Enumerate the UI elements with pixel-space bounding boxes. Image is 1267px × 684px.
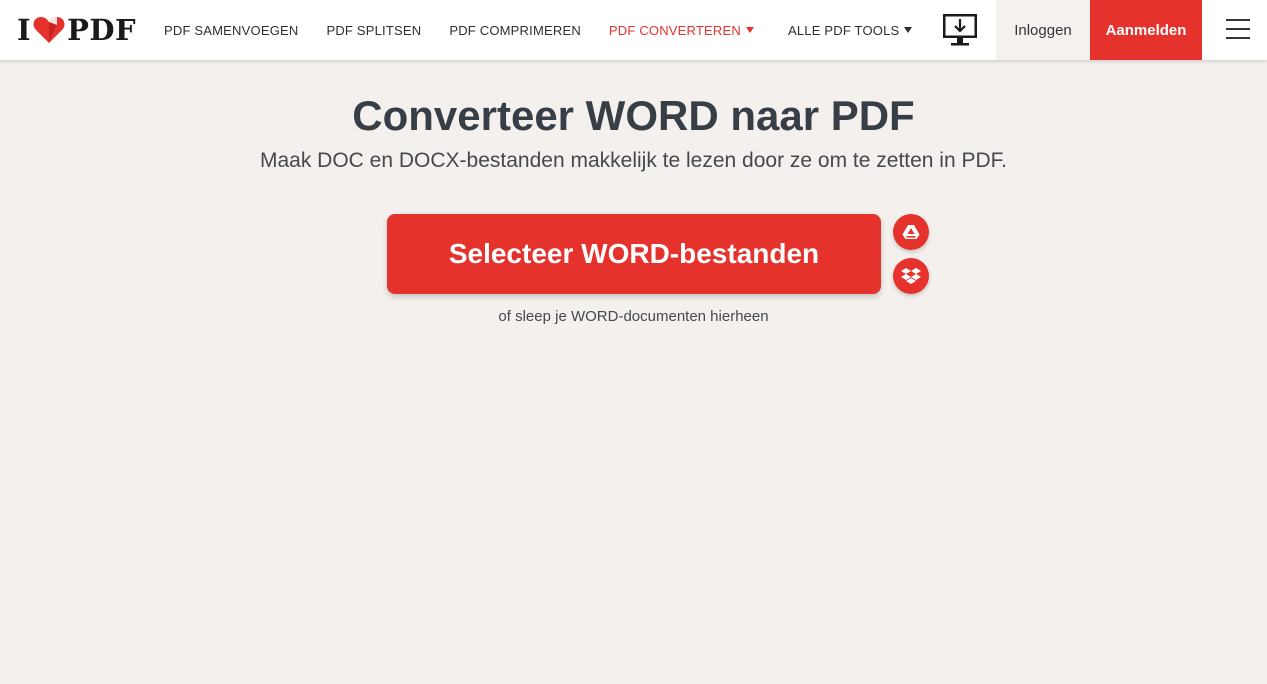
- top-header: I PDF PDF samenvoegen PDF splitsen PDF c…: [0, 0, 1267, 60]
- main-nav: PDF samenvoegen PDF splitsen PDF comprim…: [164, 0, 940, 60]
- login-button[interactable]: Inloggen: [996, 0, 1090, 60]
- ilovepdf-logo[interactable]: I PDF: [17, 13, 136, 47]
- hamburger-menu-icon[interactable]: [1224, 19, 1252, 41]
- nav-label: PDF comprimeren: [449, 22, 581, 38]
- heart-icon: [33, 17, 65, 43]
- caret-down-icon: [904, 27, 913, 33]
- page-title: Converteer WORD naar PDF: [352, 92, 915, 139]
- select-word-files-button[interactable]: Selecteer WORD-bestanden: [387, 214, 881, 294]
- nav-merge-pdf[interactable]: PDF samenvoegen: [164, 23, 298, 38]
- nav-convert-pdf[interactable]: PDF converteren: [609, 23, 754, 38]
- drop-hint-text: of sleep je WORD-documenten hierheen: [498, 308, 769, 325]
- signup-button[interactable]: Aanmelden: [1090, 0, 1202, 60]
- google-drive-icon: [902, 225, 920, 239]
- nav-compress-pdf[interactable]: PDF comprimeren: [449, 23, 581, 38]
- desktop-download-icon: [943, 14, 977, 46]
- nav-label: PDF converteren: [608, 22, 741, 38]
- caret-down-icon: [745, 27, 754, 33]
- nav-label: Alle PDF tools: [787, 22, 900, 38]
- dropbox-icon: [901, 268, 921, 284]
- page-subtitle: Maak DOC en DOCX-bestanden makkelijk te …: [260, 149, 1007, 172]
- nav-label: PDF samenvoegen: [164, 22, 299, 38]
- dropbox-button[interactable]: [893, 258, 929, 294]
- logo-letter-i: I: [17, 13, 32, 47]
- google-drive-button[interactable]: [893, 214, 929, 250]
- logo-text-pdf: PDF: [67, 13, 137, 47]
- desktop-app-button[interactable]: [940, 12, 980, 48]
- nav-split-pdf[interactable]: PDF splitsen: [326, 23, 421, 38]
- nav-all-pdf-tools[interactable]: Alle PDF tools: [787, 22, 913, 38]
- nav-label: PDF splitsen: [326, 22, 422, 38]
